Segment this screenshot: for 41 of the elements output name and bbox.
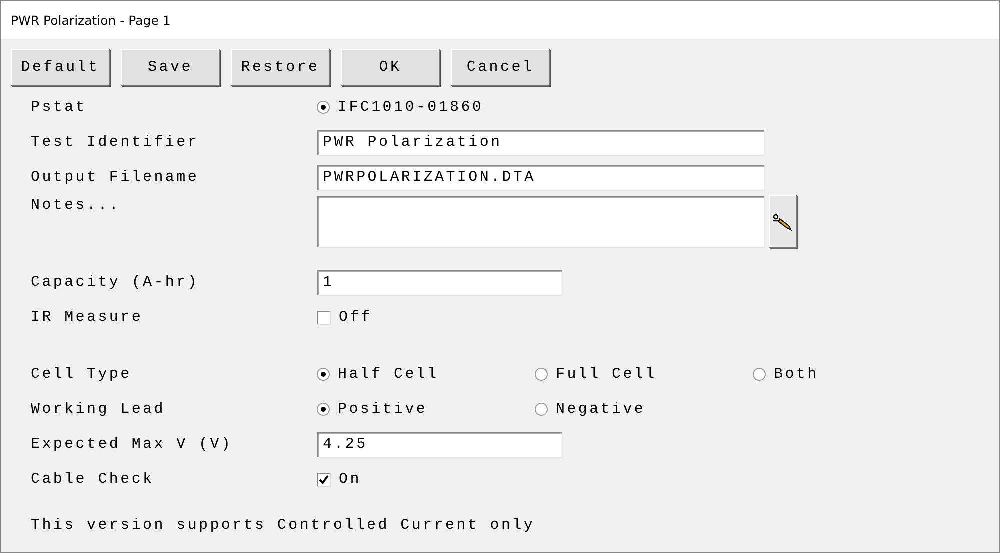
footer-note: This version supports Controlled Current only bbox=[31, 517, 536, 534]
window-title: PWR Polarization - Page 1 bbox=[11, 12, 171, 28]
radio-button[interactable] bbox=[753, 368, 766, 381]
checkbox-option[interactable]: On bbox=[317, 471, 535, 488]
toolbar-button[interactable]: Restore bbox=[231, 49, 330, 86]
text-field[interactable]: PWRPOLARIZATION.DTA bbox=[317, 164, 765, 190]
radio-option[interactable]: Positive bbox=[317, 401, 535, 418]
toolbar-button[interactable]: OK bbox=[341, 49, 440, 86]
radio-button[interactable] bbox=[317, 403, 330, 416]
field-label: Pstat bbox=[31, 99, 88, 116]
radio-button[interactable] bbox=[535, 403, 548, 416]
field-label: Output Filename bbox=[31, 169, 200, 186]
field-label: Cable Check bbox=[31, 471, 156, 488]
radio-option[interactable]: Half Cell bbox=[317, 366, 535, 383]
field-label: Cell Type bbox=[31, 366, 133, 383]
toolbar-button[interactable]: Save bbox=[121, 49, 220, 86]
toolbar-button[interactable]: Default bbox=[11, 49, 110, 86]
check-icon bbox=[319, 474, 329, 484]
pen-icon bbox=[772, 212, 794, 232]
radio-button[interactable] bbox=[317, 368, 330, 381]
checkbox[interactable] bbox=[317, 472, 331, 486]
radio-button[interactable] bbox=[535, 368, 548, 381]
field-label: Notes... bbox=[31, 197, 122, 214]
checkbox[interactable] bbox=[317, 310, 331, 324]
text-field[interactable]: 4.25 bbox=[317, 432, 563, 458]
field-label: IR Measure bbox=[31, 309, 144, 326]
radio-option[interactable]: Both bbox=[753, 366, 971, 383]
text-field[interactable]: PWR Polarization bbox=[317, 130, 765, 156]
radio-option[interactable]: Full Cell bbox=[535, 366, 753, 383]
field-label: Capacity (A-hr) bbox=[31, 274, 200, 291]
radio-option[interactable]: Negative bbox=[535, 401, 753, 418]
edit-button[interactable] bbox=[769, 195, 797, 248]
text-field[interactable]: 1 bbox=[317, 270, 563, 296]
notes-field[interactable] bbox=[317, 196, 765, 248]
toolbar-button[interactable]: Cancel bbox=[451, 49, 550, 86]
radio-option[interactable]: IFC1010-01860 bbox=[317, 99, 535, 116]
field-label: Test Identifier bbox=[31, 134, 200, 151]
field-label: Working Lead bbox=[31, 401, 166, 418]
radio-button[interactable] bbox=[317, 101, 330, 114]
field-label: Expected Max V (V) bbox=[31, 436, 234, 453]
checkbox-option[interactable]: Off bbox=[317, 309, 535, 326]
